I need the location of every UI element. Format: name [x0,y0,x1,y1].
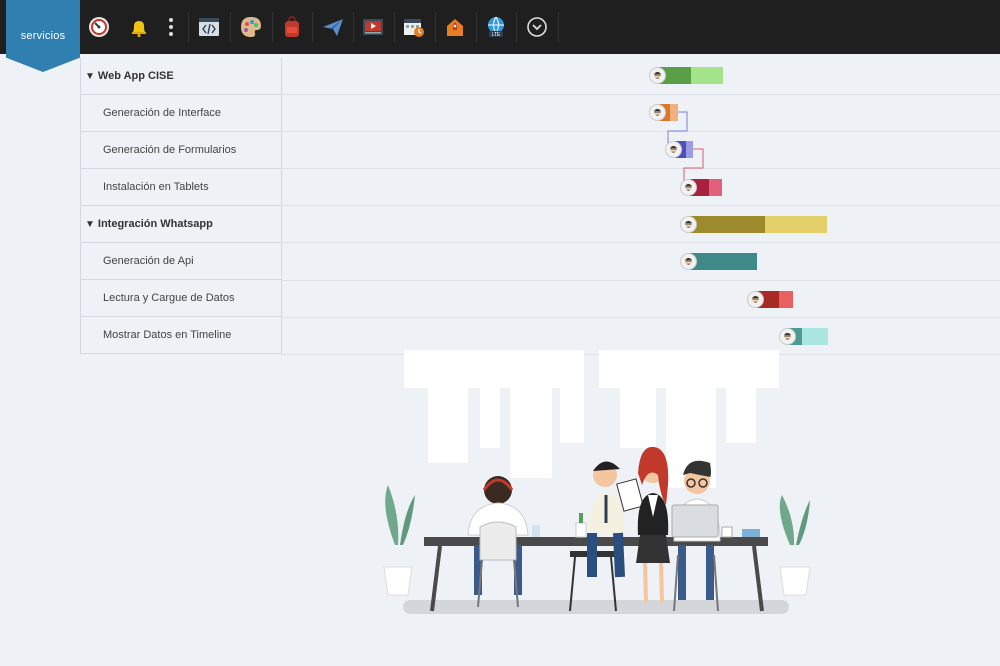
collapse-triangle-icon[interactable]: ▼ [85,219,95,230]
brand-logo[interactable]: servicios [6,0,80,72]
assignee-avatar[interactable] [680,179,697,196]
toolbar-divider [312,12,313,42]
gantt-bar[interactable] [690,253,757,270]
gantt-bar[interactable] [690,216,827,233]
task-row-group[interactable]: ▼ Web App CISE [81,58,282,95]
dashboard-gauge-icon[interactable] [88,16,110,38]
timeline-gridline [281,168,1000,169]
task-list: ▼ Web App CISE Generación de Interface Ge… [80,58,282,354]
toolbar-divider [435,12,436,42]
calendar-icon[interactable] [403,16,425,38]
task-label: Lectura y Cargue de Datos [103,292,235,304]
gantt-bar-progress [690,253,757,270]
notification-bell-icon[interactable] [128,16,150,38]
task-row[interactable]: Lectura y Cargue de Datos [81,280,282,317]
team-working-illustration [383,350,811,614]
paper-plane-icon[interactable] [322,16,344,38]
task-row[interactable]: Instalación en Tablets [81,169,282,206]
task-label: Mostrar Datos en Timeline [103,329,232,341]
toolbar-divider [272,12,273,42]
plant-left [383,485,415,596]
timeline-gridline [281,205,1000,206]
assignee-avatar[interactable] [649,67,666,84]
assignee-avatar[interactable] [779,328,796,345]
timeline-gridline [281,280,1000,281]
gantt-bar[interactable] [659,67,723,84]
task-label: Web App CISE [97,70,174,82]
timeline-gridline [281,94,1000,95]
toolbar-divider [353,12,354,42]
palette-icon[interactable] [240,16,262,38]
svg-text:LTE: LTE [492,32,501,38]
task-label: Generación de Api [103,255,194,267]
task-label: Generación de Formularios [103,144,237,156]
toolbar-divider [558,12,559,42]
toolbar-divider [394,12,395,42]
task-row[interactable]: Generación de Api [81,243,282,280]
assignee-avatar[interactable] [747,291,764,308]
toolbar-divider [516,12,517,42]
timeline-gridline [281,317,1000,318]
timeline-gridline [281,242,1000,243]
brand-logo-text: servicios [20,30,66,42]
assignee-avatar[interactable] [665,141,682,158]
rocket-house-icon[interactable] [444,16,466,38]
task-label: Integración Whatsapp [97,218,213,230]
plant-right [779,495,811,596]
timeline-gridline [281,131,1000,132]
video-player-icon[interactable] [362,16,384,38]
task-row[interactable]: Generación de Formularios [81,132,282,169]
toolbar-divider [476,12,477,42]
task-label: Generación de Interface [103,107,222,119]
toolbar-divider [230,12,231,42]
code-editor-icon[interactable] [198,16,220,38]
globe-lte-icon[interactable]: LTE [485,16,507,38]
assignee-avatar[interactable] [680,253,697,270]
chevron-down-circle-icon[interactable] [526,16,548,38]
top-toolbar: servicios LTE [0,0,1000,72]
task-label: Instalación en Tablets [103,181,209,193]
collapse-triangle-icon[interactable]: ▼ [85,71,95,82]
gantt-bar-progress [690,216,766,233]
assignee-avatar[interactable] [680,216,697,233]
task-row[interactable]: Generación de Interface [81,95,282,132]
task-row[interactable]: Mostrar Datos en Timeline [81,317,282,354]
more-vertical-icon[interactable] [160,16,182,38]
assignee-avatar[interactable] [649,104,666,121]
toolbar-divider [188,12,189,42]
task-row-group[interactable]: ▼ Integración Whatsapp [81,206,282,243]
backpack-icon[interactable] [281,16,303,38]
